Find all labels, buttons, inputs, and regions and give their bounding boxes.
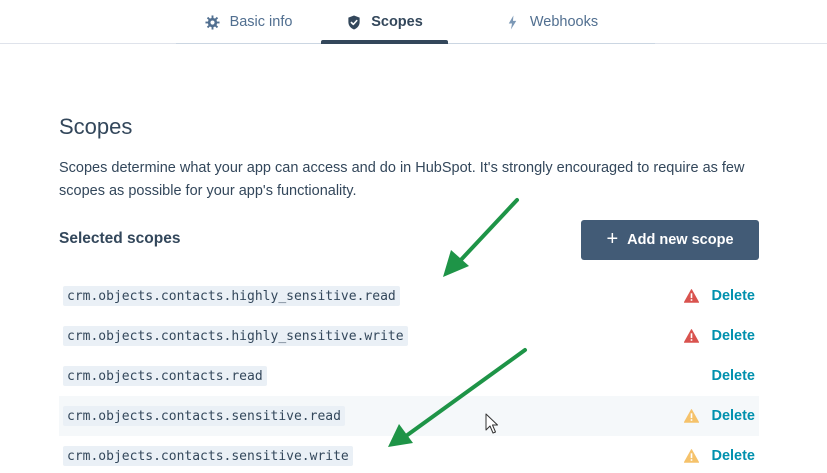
scope-name: crm.objects.contacts.read	[63, 366, 267, 386]
scope-name: crm.objects.contacts.sensitive.write	[63, 446, 353, 466]
scope-row: crm.objects.contacts.highly_sensitive.re…	[59, 276, 759, 316]
delete-scope-link[interactable]: Delete	[711, 316, 755, 356]
page-title: Scopes	[59, 114, 133, 139]
scope-row: crm.objects.contacts.sensitive.read Dele…	[59, 396, 759, 436]
lightning-icon	[505, 14, 521, 30]
shield-check-icon	[346, 14, 362, 30]
add-new-scope-button[interactable]: + Add new scope	[581, 220, 759, 260]
delete-scope-link[interactable]: Delete	[711, 276, 755, 316]
scope-row: crm.objects.contacts.read Delete	[59, 356, 759, 396]
green-arrow-top	[443, 198, 519, 277]
active-tab-indicator	[321, 40, 448, 44]
tab-label: Scopes	[371, 14, 423, 30]
scope-name: crm.objects.contacts.highly_sensitive.re…	[63, 286, 400, 306]
page-description: Scopes determine what your app can acces…	[59, 160, 745, 199]
caution-warning-icon	[683, 409, 700, 423]
caution-warning-icon	[683, 449, 700, 463]
tab-bar: Basic info Scopes Webhooks	[0, 0, 827, 44]
scope-name: crm.objects.contacts.highly_sensitive.wr…	[63, 326, 408, 346]
danger-warning-icon	[683, 329, 700, 343]
tab-label: Webhooks	[529, 14, 599, 30]
tab-webhooks[interactable]: Webhooks	[448, 0, 655, 44]
tab-basic-info[interactable]: Basic info	[176, 0, 321, 44]
scope-row: crm.objects.contacts.highly_sensitive.wr…	[59, 316, 759, 356]
tab-scopes[interactable]: Scopes	[321, 0, 448, 44]
scopes-list: crm.objects.contacts.highly_sensitive.re…	[59, 276, 759, 473]
selected-scopes-heading: Selected scopes	[59, 230, 181, 247]
danger-warning-icon	[683, 289, 700, 303]
scope-row: crm.objects.contacts.sensitive.write Del…	[59, 436, 759, 473]
delete-scope-link[interactable]: Delete	[711, 396, 755, 436]
plus-icon: +	[606, 228, 619, 250]
delete-scope-link[interactable]: Delete	[711, 356, 755, 396]
delete-scope-link[interactable]: Delete	[711, 436, 755, 473]
tab-label: Basic info	[229, 14, 293, 30]
gear-icon	[205, 14, 221, 30]
scope-name: crm.objects.contacts.sensitive.read	[63, 406, 345, 426]
add-button-label: Add new scope	[627, 232, 734, 248]
